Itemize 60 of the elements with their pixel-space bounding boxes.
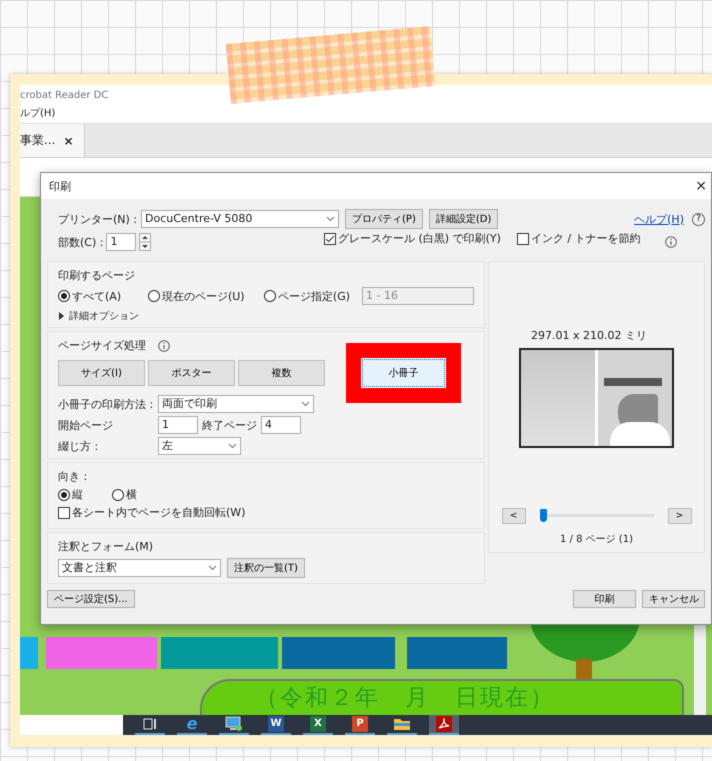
menu-item[interactable]: ルプ(H) [20,108,56,119]
end-page-field[interactable]: 4 [261,416,301,434]
page-radio[interactable]: 現在のページ(U) [148,288,260,304]
dialog-button[interactable]: 詳細設定(D) [428,209,498,229]
print-button[interactable]: 印刷 [573,590,636,608]
orientation-radio[interactable]: 縦 [58,487,108,502]
info-icon[interactable] [664,236,677,248]
dialog-button[interactable]: プロパティ(P) [345,209,423,229]
binding-label: 綴じ方 : [58,438,100,454]
paper-size-text: 297.01 x 210.02 ミリ [531,328,647,343]
option-checkbox[interactable]: インク / トナーを節約 [516,231,641,246]
chevron-down-icon [301,401,310,407]
page-setup-button[interactable]: ページ設定(S)... [47,590,135,608]
comments-list-button[interactable]: 注釈の一覧(T) [227,558,305,578]
triangle-right-icon [58,312,65,320]
copies-field[interactable]: 1 [106,233,136,251]
slider-thumb[interactable] [540,509,546,522]
color-block [20,637,38,669]
page-sizing-tab[interactable]: 複数 [238,360,325,386]
chevron-down-icon [208,565,217,571]
printer-label: プリンター(N) : [58,212,138,226]
end-page-label: 終了ページ [202,418,257,432]
document-tab[interactable]: 事業... × [20,124,85,157]
next-page-button[interactable]: > [668,508,692,524]
page-counter: 1 / 8 ページ (1) [560,533,633,546]
booklet-method-label: 小冊子の印刷方法 : [58,396,154,412]
copies-label: 部数(C) : [58,234,104,250]
page-radio[interactable]: すべて(A) [58,288,144,304]
help-link[interactable]: ヘルプ(H) [634,212,684,226]
section-title: 印刷するページ [58,268,136,283]
chevron-down-icon [326,216,336,222]
section-title: ページサイズ処理 [58,338,146,353]
page-sizing-tab[interactable]: 小冊子 [362,359,445,387]
taskbar-app-icon[interactable] [429,715,459,735]
auto-rotate-checkbox[interactable]: 各シート内でページを自動回転(W) [58,505,246,520]
printer-select[interactable]: DocuCentre-V 5080 [141,210,340,228]
start-page-label: 開始ページ [58,418,114,432]
spinner-icon[interactable] [139,233,152,251]
cancel-button[interactable]: キャンセル [642,590,705,608]
booklet-method-select[interactable]: 両面で印刷 [158,395,314,413]
page-sizing-tab[interactable]: サイズ(I) [58,360,145,386]
chevron-down-icon [228,443,237,449]
binding-select[interactable]: 左 [158,437,241,455]
help-icon[interactable]: ? [692,212,705,226]
page-radio[interactable]: ページ指定(G) [264,288,350,304]
comments-select[interactable]: 文書と注釈 [58,559,221,577]
section-title: 注釈とフォーム(M) [58,539,154,554]
close-button[interactable]: × [695,178,707,194]
orientation-radio[interactable]: 横 [112,487,162,502]
option-checkbox[interactable]: グレースケール (白黒) で印刷(Y) [324,231,501,246]
section-title: 向き : [58,469,88,484]
taskbar-app-icon[interactable] [219,715,249,735]
previous-page-button[interactable]: < [502,508,526,524]
start-page-field[interactable]: 1 [158,416,198,434]
more-options-toggle[interactable]: 詳細オプション [58,309,139,323]
page-sizing-tab[interactable]: ポスター [148,360,235,386]
app-title: crobat Reader DC [20,89,110,103]
info-icon[interactable] [158,340,170,352]
dialog-title: 印刷 [49,178,71,194]
document-caption: （令和２年 月 日現在） [255,684,555,712]
